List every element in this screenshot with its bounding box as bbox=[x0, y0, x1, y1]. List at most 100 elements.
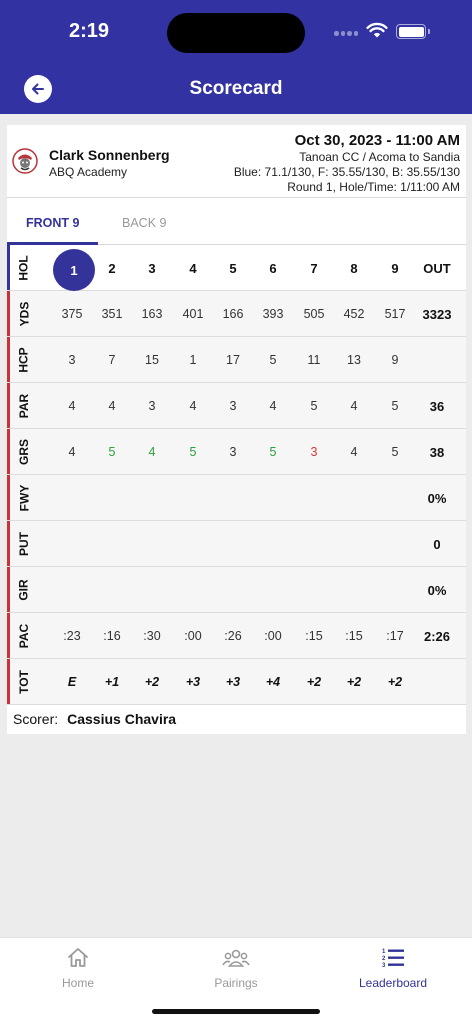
score-row-holes: HOL 1 2 3 4 5 6 7 8 9 OUT bbox=[7, 245, 466, 291]
fwy-cell bbox=[334, 475, 374, 521]
score-table: HOL 1 2 3 4 5 6 7 8 9 OUT YDS 375 351 163 401 166 393 505 4… bbox=[7, 245, 466, 705]
row-label-text: FWY bbox=[17, 484, 32, 512]
pac-cell: :00 bbox=[184, 629, 202, 643]
scorer-line: Scorer: Cassius Chavira bbox=[13, 711, 176, 727]
par-cell: 3 bbox=[148, 399, 156, 413]
yds-cell: 517 bbox=[384, 307, 406, 321]
gir-cell bbox=[213, 567, 253, 613]
yds-out-total: 3323 bbox=[422, 306, 452, 322]
tot-cell: +2 bbox=[144, 675, 160, 689]
row-label: TOT bbox=[16, 659, 32, 705]
hcp-cell: 1 bbox=[189, 353, 197, 367]
score-row-tot: TOT E +1 +2 +3 +3 +4 +2 +2 +2 bbox=[7, 659, 466, 705]
grs-cell: 3 bbox=[310, 445, 318, 459]
tab-front-9[interactable]: FRONT 9 bbox=[26, 216, 79, 230]
score-row-gir: GIR 0% bbox=[7, 567, 466, 613]
hcp-cell: 5 bbox=[269, 353, 277, 367]
put-out-total: 0 bbox=[433, 536, 441, 552]
yds-cell: 393 bbox=[262, 307, 284, 321]
put-cell bbox=[173, 521, 213, 567]
gir-cell bbox=[92, 567, 132, 613]
fwy-cell bbox=[132, 475, 172, 521]
score-row-hcp: HCP 3 7 15 1 17 5 11 13 9 bbox=[7, 337, 466, 383]
yds-cell: 351 bbox=[101, 307, 123, 321]
tee-ratings: Blue: 71.1/130, F: 35.55/130, B: 35.55/1… bbox=[233, 165, 460, 179]
nav-home[interactable]: Home bbox=[18, 946, 138, 990]
hcp-cell: 17 bbox=[226, 353, 240, 367]
team-logo bbox=[12, 148, 38, 174]
fwy-cell bbox=[253, 475, 293, 521]
yds-cell: 166 bbox=[222, 307, 244, 321]
row-accent-bar bbox=[7, 383, 10, 428]
pac-cell: :23 bbox=[63, 629, 81, 643]
gir-cell bbox=[375, 567, 415, 613]
player-info: Clark Sonnenberg ABQ Academy Oct 30, 202… bbox=[7, 125, 466, 198]
grs-cell: 4 bbox=[350, 445, 358, 459]
row-label-text: PAR bbox=[17, 393, 32, 419]
nav-pairings[interactable]: Pairings bbox=[176, 946, 296, 990]
fwy-cell bbox=[52, 475, 92, 521]
par-cell: 4 bbox=[189, 399, 197, 413]
gir-cell bbox=[173, 567, 213, 613]
hcp-cell: 13 bbox=[347, 353, 361, 367]
gir-cell bbox=[294, 567, 334, 613]
current-hole-marker[interactable]: 1 bbox=[53, 249, 95, 291]
put-cell bbox=[253, 521, 293, 567]
pac-out-total: 2:26 bbox=[423, 628, 451, 644]
yds-cell: 452 bbox=[343, 307, 365, 321]
gir-cell bbox=[132, 567, 172, 613]
score-row-yds: YDS 375 351 163 401 166 393 505 452 517 3323 bbox=[7, 291, 466, 337]
grs-cell: 5 bbox=[269, 445, 277, 459]
tot-cell: +2 bbox=[387, 675, 403, 689]
yds-cell: 401 bbox=[182, 307, 204, 321]
row-label: PUT bbox=[16, 521, 32, 567]
pac-cell: :17 bbox=[386, 629, 404, 643]
score-row-grs: GRS 4 5 4 5 3 5 3 4 5 38 bbox=[7, 429, 466, 475]
svg-text:2: 2 bbox=[382, 956, 386, 962]
hole-number[interactable]: 7 bbox=[294, 245, 334, 291]
par-cell: 4 bbox=[269, 399, 277, 413]
svg-text:3: 3 bbox=[382, 963, 386, 969]
fwy-cell bbox=[92, 475, 132, 521]
scorer-label: Scorer: bbox=[13, 711, 59, 727]
tab-back-9[interactable]: BACK 9 bbox=[122, 216, 166, 230]
row-accent-bar bbox=[7, 475, 10, 520]
hole-number[interactable]: 4 bbox=[173, 245, 213, 291]
nav-leaderboard[interactable]: 1 2 3 Leaderboard bbox=[333, 946, 453, 990]
hole-number[interactable]: 2 bbox=[92, 245, 132, 291]
row-label-text: GRS bbox=[17, 438, 32, 466]
tot-cell: E bbox=[67, 675, 77, 689]
player-team: ABQ Academy bbox=[49, 165, 128, 179]
hcp-cell: 9 bbox=[391, 353, 399, 367]
people-icon bbox=[222, 949, 250, 967]
hole-number[interactable]: 3 bbox=[132, 245, 172, 291]
home-icon bbox=[68, 948, 88, 967]
row-label: FWY bbox=[16, 475, 32, 521]
hole-number[interactable]: 8 bbox=[334, 245, 374, 291]
par-cell: 5 bbox=[310, 399, 318, 413]
put-cell bbox=[334, 521, 374, 567]
put-cell bbox=[375, 521, 415, 567]
row-label-text: TOT bbox=[17, 670, 31, 694]
hole-number[interactable]: 5 bbox=[213, 245, 253, 291]
put-cell bbox=[132, 521, 172, 567]
row-label-text: PAC bbox=[17, 623, 32, 649]
hole-number[interactable]: 6 bbox=[253, 245, 293, 291]
row-label: GIR bbox=[16, 567, 32, 613]
app-header: 2:19 Scorecard bbox=[0, 0, 472, 114]
tot-out-total bbox=[414, 659, 460, 705]
fwy-out-total: 0% bbox=[427, 490, 447, 506]
row-accent-bar bbox=[7, 567, 10, 612]
tot-cell: +3 bbox=[225, 675, 241, 689]
gir-cell bbox=[52, 567, 92, 613]
hole-number[interactable]: 9 bbox=[375, 245, 415, 291]
tot-cell: +1 bbox=[104, 675, 120, 689]
row-label-text: YDS bbox=[17, 301, 31, 327]
ranked-list-icon: 1 2 3 bbox=[382, 949, 404, 969]
gir-cell bbox=[334, 567, 374, 613]
row-accent-bar bbox=[7, 245, 10, 290]
row-accent-bar bbox=[7, 291, 10, 336]
row-label-text: PUT bbox=[17, 532, 31, 556]
score-row-par: PAR 4 4 3 4 3 4 5 4 5 36 bbox=[7, 383, 466, 429]
hcp-cell: 15 bbox=[145, 353, 159, 367]
